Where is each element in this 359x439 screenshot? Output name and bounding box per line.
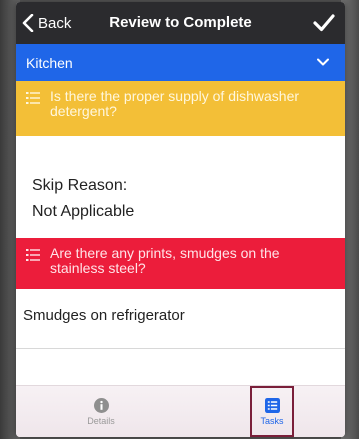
task-response-2: Smudges on refrigerator	[16, 289, 345, 349]
skip-reason-value: Not Applicable	[32, 203, 135, 220]
checkmark-icon[interactable]	[313, 12, 335, 34]
task-question-2[interactable]: Are there any prints, smudges on the sta…	[16, 238, 345, 289]
tab-details[interactable]: Details	[71, 386, 131, 437]
task-question-text: Are there any prints, smudges on the sta…	[50, 245, 280, 276]
section-header-kitchen[interactable]: Kitchen	[16, 44, 345, 81]
tab-tasks-label: Tasks	[260, 415, 284, 426]
task-response-1: Skip Reason: Not Applicable	[16, 136, 345, 238]
task-question-text: Is there the proper supply of dishwasher…	[50, 88, 300, 119]
page-title: Review to Complete	[109, 14, 252, 31]
info-icon	[93, 398, 109, 413]
list-icon	[26, 92, 40, 104]
navigation-bar: Back Review to Complete	[16, 2, 345, 44]
app-screen: Back Review to Complete Kitchen Is there…	[16, 2, 345, 437]
list-icon	[264, 397, 280, 413]
skip-reason-label: Skip Reason:	[32, 177, 128, 194]
tab-details-label: Details	[87, 416, 115, 426]
task-question-1[interactable]: Is there the proper supply of dishwasher…	[16, 81, 345, 136]
task-answer-text: Smudges on refrigerator	[23, 307, 185, 324]
chevron-down-icon	[317, 58, 329, 66]
tab-bar: Details Tasks	[16, 385, 345, 437]
list-icon	[26, 249, 40, 261]
section-label: Kitchen	[26, 54, 73, 71]
tab-tasks[interactable]: Tasks	[250, 386, 294, 437]
